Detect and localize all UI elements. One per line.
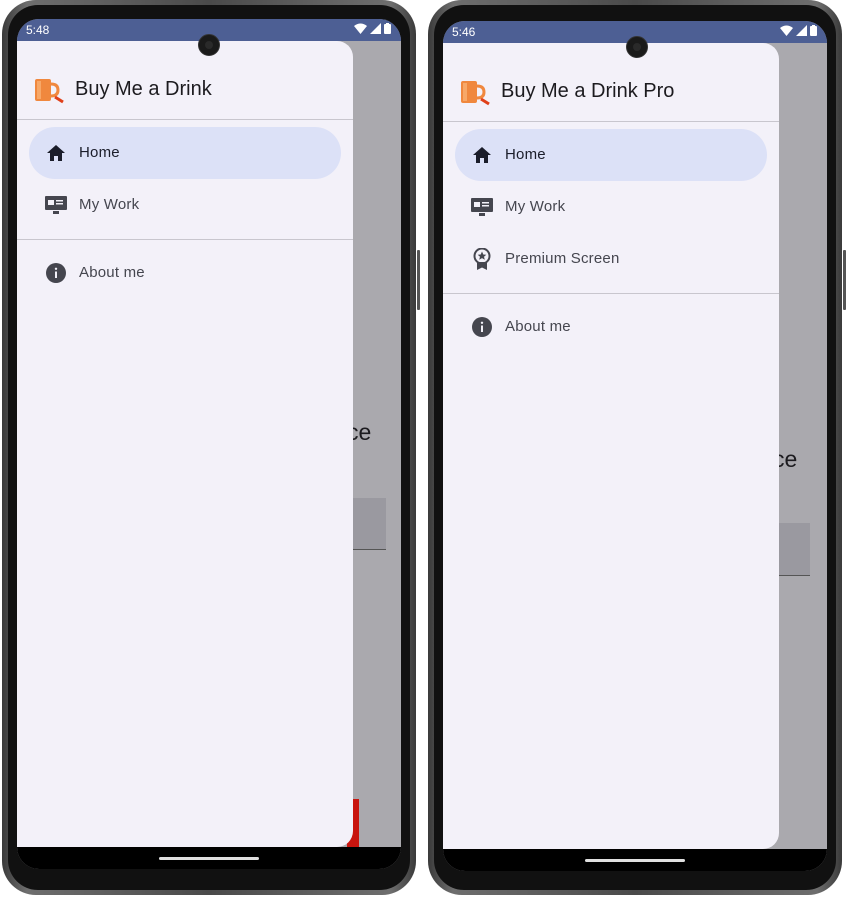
- nav-item-home[interactable]: Home: [29, 127, 341, 179]
- battery-icon: [810, 25, 817, 36]
- info-icon: [45, 262, 67, 284]
- home-icon: [471, 144, 493, 166]
- navigation-drawer: Buy Me a Drink Pro Home My Work Premium: [443, 43, 779, 849]
- signal-icon: [796, 25, 807, 36]
- front-camera: [198, 34, 220, 56]
- battery-icon: [384, 23, 391, 34]
- nav-item-label: My Work: [505, 198, 566, 215]
- wifi-icon: [354, 23, 367, 34]
- signal-icon: [370, 23, 381, 34]
- nav-item-label: Premium Screen: [505, 250, 620, 267]
- side-button: [843, 250, 846, 310]
- navigation-drawer: Buy Me a Drink Home My Work About me: [17, 41, 353, 847]
- nav-item-my-work[interactable]: My Work: [29, 179, 341, 231]
- drawer-header: Buy Me a Drink: [17, 41, 353, 119]
- nav-item-label: Home: [505, 146, 546, 163]
- premium-badge-icon: [471, 248, 493, 270]
- info-icon: [471, 316, 493, 338]
- screen: 5:46 ce Buy Me a Drink Pro Home My Work …: [443, 21, 827, 871]
- drawer-header: Buy Me a Drink Pro: [443, 43, 779, 121]
- phone-left: 5:48 ce Buy Me a Drink Home My Work Abou…: [0, 0, 420, 897]
- nav-item-premium-screen[interactable]: Premium Screen: [455, 233, 767, 285]
- side-button: [417, 250, 420, 310]
- nav-item-label: About me: [505, 318, 571, 335]
- screen: 5:48 ce Buy Me a Drink Home My Work Abou…: [17, 19, 401, 869]
- divider: [443, 293, 779, 294]
- nav-item-label: Home: [79, 144, 120, 161]
- divider: [17, 239, 353, 240]
- status-time: 5:48: [26, 23, 50, 37]
- phone-right: 5:46 ce Buy Me a Drink Pro Home My Work …: [426, 0, 846, 897]
- system-nav-bar: [17, 847, 401, 869]
- divider: [443, 121, 779, 122]
- nav-item-about-me[interactable]: About me: [29, 247, 341, 299]
- app-title: Buy Me a Drink: [75, 78, 212, 100]
- nav-item-label: My Work: [79, 196, 140, 213]
- home-icon: [45, 142, 67, 164]
- app-title: Buy Me a Drink Pro: [501, 80, 675, 102]
- front-camera: [626, 36, 648, 58]
- system-nav-bar: [443, 849, 827, 871]
- home-gesture-handle[interactable]: [585, 859, 685, 862]
- monitor-icon: [471, 196, 493, 218]
- wifi-icon: [780, 25, 793, 36]
- drink-mug-icon: [461, 81, 490, 106]
- nav-item-label: About me: [79, 264, 145, 281]
- home-gesture-handle[interactable]: [159, 857, 259, 860]
- nav-item-my-work[interactable]: My Work: [455, 181, 767, 233]
- nav-item-home[interactable]: Home: [455, 129, 767, 181]
- divider: [17, 119, 353, 120]
- nav-item-about-me[interactable]: About me: [455, 301, 767, 353]
- drink-mug-icon: [35, 79, 64, 104]
- monitor-icon: [45, 194, 67, 216]
- status-time: 5:46: [452, 25, 476, 39]
